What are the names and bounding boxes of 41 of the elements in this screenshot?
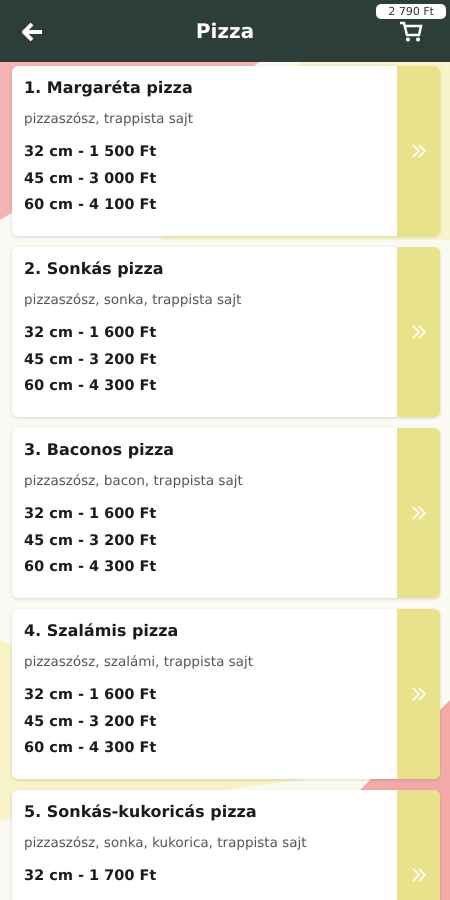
back-arrow-icon[interactable] [22,22,44,42]
pizza-card[interactable]: 1. Margaréta pizza pizzaszósz, trappista sajt 32 cm - 1 500 Ft 45 cm - 3 000 Ft 60 cm - 4 100 Ft [12,66,440,236]
double-chevron-icon [410,866,428,884]
pizza-price: 45 cm - 3 200 Ft [24,350,158,370]
pizza-price: 32 cm - 1 600 Ft [24,505,158,524]
pizza-price: 60 cm - 4 300 Ft [24,558,158,577]
cart-icon[interactable] [399,21,424,43]
open-pizza-button[interactable] [397,609,440,779]
pizza-card[interactable]: 4. Szalámis pizza pizzaszósz, szalámi, trappista sajt 32 cm - 1 600 Ft 45 cm - 3 200 Ft 60 cm - 4 300 Ft [12,609,440,779]
cart-total: 2 790 Ft [376,4,446,19]
pizza-card[interactable]: 2. Sonkás pizza pizzaszósz, sonka, trappista sajt 32 cm - 1 600 Ft 45 cm - 3 200 Ft 60 cm - 4 300 Ft [12,247,440,417]
pizza-price: 32 cm - 1 600 Ft [24,686,158,705]
pizza-price: 32 cm - 1 700 Ft [24,867,158,886]
pizza-card[interactable]: 3. Baconos pizza pizzaszósz, bacon, trappista sajt 32 cm - 1 600 Ft 45 cm - 3 200 Ft 60 cm - 4 300 Ft [12,428,440,598]
pizza-price: 32 cm - 1 600 Ft [24,324,158,343]
double-chevron-icon [410,504,428,522]
pizza-price: 45 cm - 3 200 Ft [24,712,158,732]
pizza-name: 3. Baconos pizza [24,440,176,459]
double-chevron-icon [410,323,428,341]
pizza-price: 60 cm - 4 300 Ft [24,739,158,758]
open-pizza-button[interactable] [397,247,440,417]
pizza-name: 1. Margaréta pizza [24,78,194,97]
pizza-price: 45 cm - 3 200 Ft [24,532,158,550]
page-title: Pizza [196,19,254,43]
pizza-name: 4. Szalámis pizza [24,621,180,640]
open-pizza-button[interactable] [397,66,440,236]
double-chevron-icon [410,685,428,703]
pizza-name: 2. Sonkás pizza [24,259,165,278]
pizza-price: 60 cm - 4 300 Ft [24,377,158,396]
pizza-card[interactable]: 5. Sonkás-kukoricás pizza pizzaszósz, sonka, kukorica, trappista sajt 32 cm - 1 700 Ft [12,790,440,900]
pizza-ingredients: pizzaszósz, trappista sajt [24,111,194,127]
pizza-price: 60 cm - 4 100 Ft [24,196,158,215]
pizza-ingredients: pizzaszósz, sonka, kukorica, trappista sajt [24,835,308,851]
pizza-price: 32 cm - 1 500 Ft [24,143,158,162]
pizza-name: 5. Sonkás-kukoricás pizza [24,802,258,821]
open-pizza-button[interactable] [397,428,440,598]
pizza-ingredients: pizzaszósz, bacon, trappista sajt [24,473,244,489]
pizza-ingredients: pizzaszósz, sonka, trappista sajt [24,292,242,308]
pizza-ingredients: pizzaszósz, szalámi, trappista sajt [24,654,254,670]
pizza-price: 45 cm - 3 000 Ft [24,170,158,188]
double-chevron-icon [410,142,428,160]
